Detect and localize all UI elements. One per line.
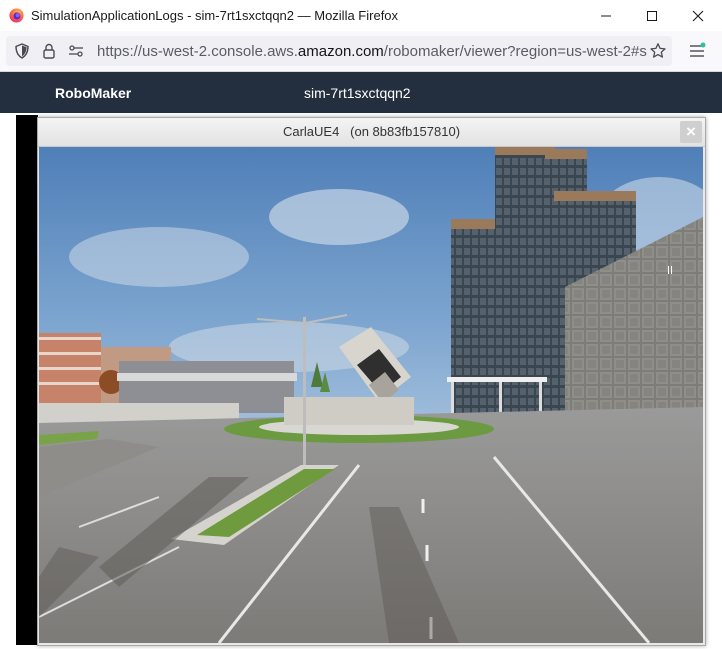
- close-icon: [692, 10, 704, 21]
- window-title: SimulationApplicationLogs - sim-7rt1sxct…: [31, 8, 399, 23]
- maximize-icon: [647, 10, 657, 21]
- minimize-icon: [601, 15, 611, 16]
- close-icon: ×: [686, 122, 696, 141]
- navigation-toolbar: https://us-west-2.console.aws.amazon.com…: [0, 31, 722, 72]
- url-prefix: https://us-west-2.console.aws.: [97, 43, 298, 60]
- url-domain: amazon.com: [297, 43, 384, 60]
- maximize-button[interactable]: [629, 0, 675, 31]
- hamburger-menu-icon[interactable]: [688, 42, 706, 60]
- carla-scene-image: [39, 147, 703, 643]
- viewer-app-name: CarlaUE4: [282, 124, 340, 139]
- robomaker-header: RoboMaker sim-7rt1sxctqqn2: [0, 72, 722, 113]
- url-text[interactable]: https://us-west-2.console.aws.amazon.com…: [97, 43, 647, 60]
- firefox-logo-icon: [9, 8, 24, 23]
- simulation-viewer-window: CarlaUE4 (on 8b83fb157810) × ll: [37, 117, 706, 646]
- robomaker-brand-link[interactable]: RoboMaker: [55, 85, 131, 101]
- minimize-button[interactable]: [583, 0, 629, 31]
- lock-icon[interactable]: [40, 42, 58, 60]
- viewer-close-button[interactable]: ×: [680, 121, 702, 143]
- viewer-title: CarlaUE4 (on 8b83fb157810): [38, 124, 705, 139]
- simulation-camera-view[interactable]: ll: [39, 147, 703, 643]
- viewer-host: (on 8b83fb157810): [350, 124, 461, 139]
- url-suffix: /robomaker/viewer?region=us-west-2#sim-7…: [383, 43, 647, 60]
- viewer-background-strip: [16, 115, 38, 645]
- scene-overlay-text: ll: [667, 264, 674, 277]
- star-icon[interactable]: [649, 42, 667, 60]
- shield-icon[interactable]: [13, 42, 31, 60]
- url-bar[interactable]: https://us-west-2.console.aws.amazon.com…: [6, 36, 672, 66]
- window-title-bar: SimulationApplicationLogs - sim-7rt1sxct…: [0, 0, 722, 32]
- viewer-title-bar[interactable]: CarlaUE4 (on 8b83fb157810) ×: [38, 118, 705, 147]
- permissions-icon[interactable]: [67, 42, 85, 60]
- simulation-id: sim-7rt1sxctqqn2: [304, 85, 411, 101]
- close-window-button[interactable]: [675, 0, 721, 31]
